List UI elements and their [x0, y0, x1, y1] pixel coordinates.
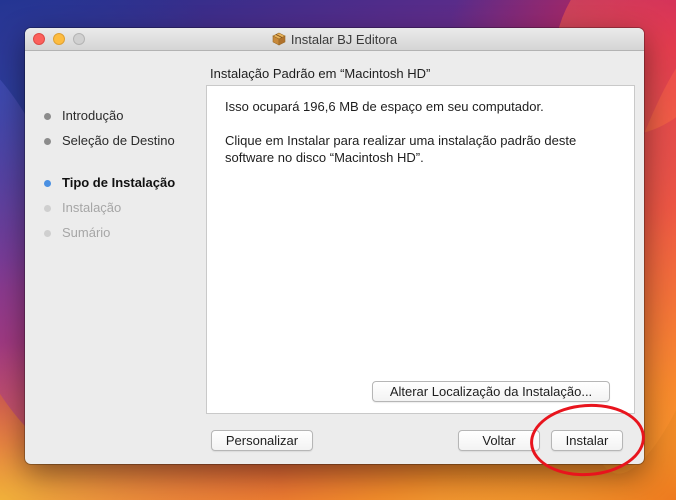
- step-done-dot: [44, 113, 51, 120]
- step-label: Instalação: [62, 200, 122, 215]
- desktop-wallpaper: Instalar BJ Editora Instalação Padrão em…: [0, 0, 676, 500]
- step-label: Introdução: [62, 108, 124, 123]
- step-pending-dot: [44, 230, 51, 237]
- step-label: Seleção de Destino: [62, 133, 175, 148]
- install-button[interactable]: Instalar: [551, 430, 623, 451]
- step-done-dot: [44, 138, 51, 145]
- pane-heading: Instalação Padrão em “Macintosh HD”: [210, 66, 431, 81]
- step-introduction: Introdução: [43, 106, 213, 131]
- customize-button[interactable]: Personalizar: [211, 430, 313, 451]
- window-title: Instalar BJ Editora: [290, 31, 398, 47]
- title-bar[interactable]: Instalar BJ Editora: [25, 28, 644, 51]
- step-installation: Instalação: [43, 198, 213, 223]
- step-pending-dot: [44, 205, 51, 212]
- step-label: Tipo de Instalação: [62, 175, 176, 190]
- step-destination-select: Seleção de Destino: [43, 131, 213, 156]
- step-summary: Sumário: [43, 223, 213, 248]
- package-icon: [272, 32, 286, 46]
- disk-space-text: Isso ocupará 196,6 MB de espaço em seu c…: [225, 99, 544, 114]
- change-install-location-button[interactable]: Alterar Localização da Instalação...: [372, 381, 610, 402]
- back-button[interactable]: Voltar: [458, 430, 540, 451]
- install-instructions-text: Clique em Instalar para realizar uma ins…: [225, 133, 577, 165]
- installer-window: Instalar BJ Editora Instalação Padrão em…: [25, 28, 644, 464]
- content-pane: Isso ocupará 196,6 MB de espaço em seu c…: [206, 85, 635, 414]
- step-label: Sumário: [62, 225, 111, 240]
- installer-steps-sidebar: Introdução Seleção de Destino Tipo de In…: [43, 106, 213, 248]
- window-title-group: Instalar BJ Editora: [25, 28, 644, 50]
- step-current-dot: [44, 180, 51, 187]
- step-installation-type: Tipo de Instalação: [43, 173, 213, 198]
